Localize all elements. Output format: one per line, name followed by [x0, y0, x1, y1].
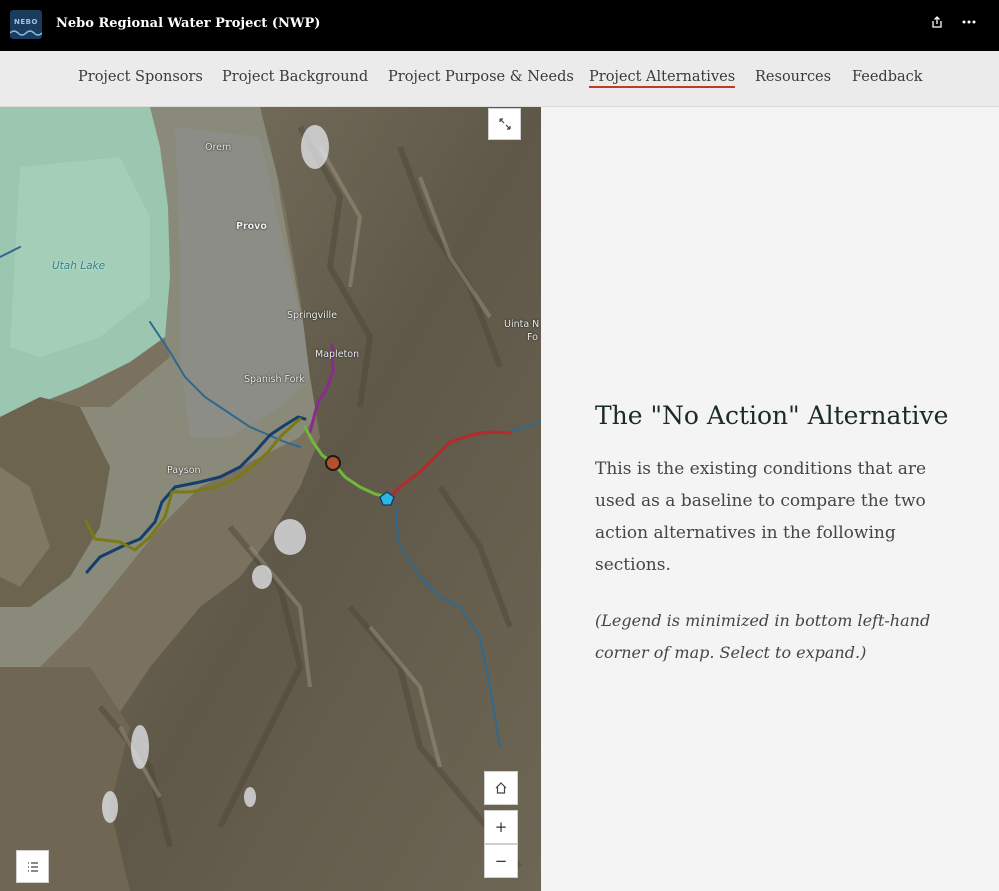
map-label-provo: Provo — [236, 221, 267, 232]
app-header: NEBO Nebo Regional Water Project (NWP) — [0, 0, 999, 51]
expand-button[interactable] — [488, 108, 521, 140]
more-icon[interactable] — [959, 15, 979, 35]
nav-project-alternatives[interactable]: Project Alternatives — [589, 69, 736, 88]
map-label-utah-lake: Utah Lake — [52, 260, 106, 272]
logo-text: NEBO — [14, 18, 38, 26]
map-label-uinta: Uinta N — [504, 319, 540, 330]
nav-project-purpose-needs[interactable]: Project Purpose & Needs — [388, 69, 574, 85]
zoom-in-button[interactable]: + — [484, 810, 518, 844]
map-label-mapleton: Mapleton — [315, 349, 360, 360]
legend-note: (Legend is minimized in bottom left-hand… — [595, 611, 931, 662]
map-label-spanish-fork: Spanish Fork — [244, 374, 305, 385]
zoom-out-button[interactable]: − — [484, 844, 518, 878]
map-view[interactable]: Orem Provo Utah Lake Springville Mapleto… — [0, 107, 541, 891]
home-button[interactable] — [484, 771, 518, 805]
map-label-payson: Payson — [167, 465, 201, 476]
facility-marker[interactable] — [325, 455, 341, 471]
nav-project-background[interactable]: Project Background — [222, 69, 368, 85]
section-body-text: This is the existing conditions that are… — [595, 459, 927, 575]
nav-project-sponsors[interactable]: Project Sponsors — [78, 69, 203, 85]
map-label-springville: Springville — [287, 310, 338, 321]
nav-feedback[interactable]: Feedback — [852, 69, 923, 85]
legend-button[interactable] — [16, 850, 49, 883]
app-title: Nebo Regional Water Project (NWP) — [56, 16, 321, 31]
share-icon[interactable] — [927, 15, 947, 35]
map-label-orem: Orem — [205, 142, 232, 153]
expand-icon — [498, 118, 511, 130]
map-label-uinta-forest: Fo — [527, 332, 538, 343]
narrative-panel: The "No Action" Alternative This is the … — [541, 107, 999, 891]
nav-resources[interactable]: Resources — [755, 69, 831, 85]
legend-icon — [27, 862, 38, 872]
satellite-basemap[interactable] — [0, 107, 541, 891]
home-icon — [495, 782, 507, 794]
wave-icon — [10, 30, 42, 36]
section-heading: The "No Action" Alternative — [595, 401, 949, 430]
nebo-logo[interactable]: NEBO — [10, 10, 42, 39]
section-nav: Project Sponsors Project Background Proj… — [0, 51, 999, 107]
